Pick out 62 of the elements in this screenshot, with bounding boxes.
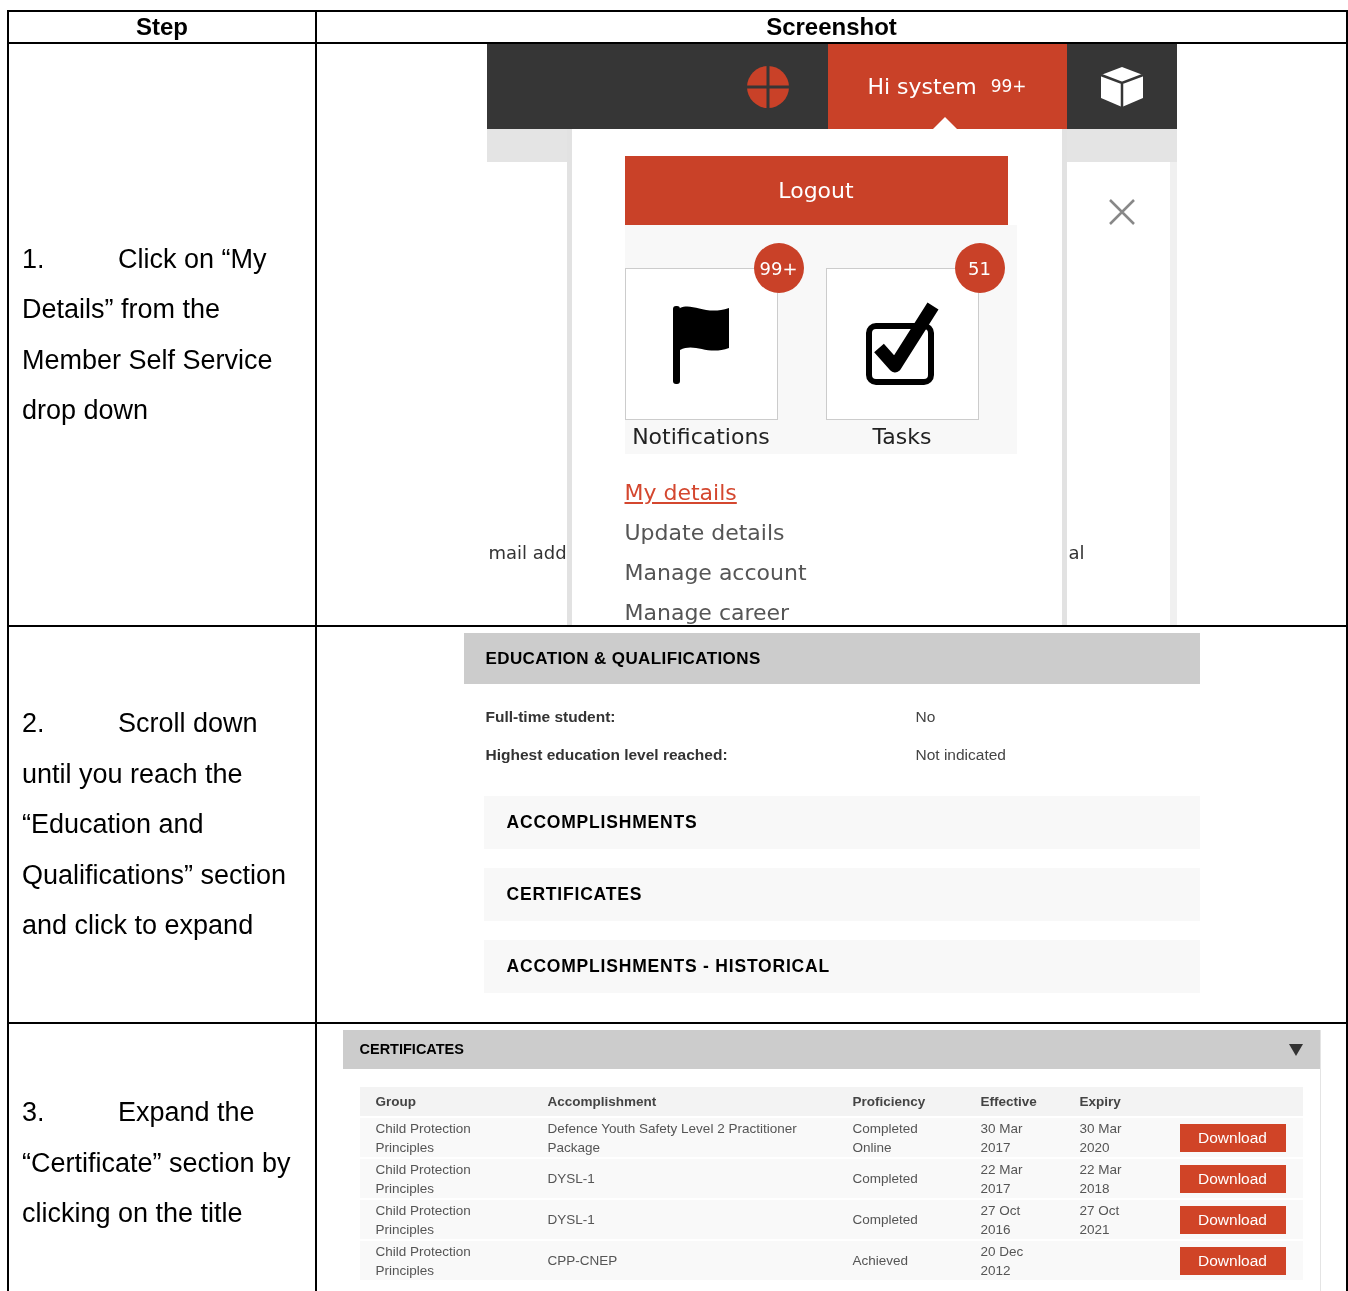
globe-icon — [746, 65, 789, 108]
user-menu-button[interactable]: Hi system 99+ — [827, 44, 1067, 129]
field-label: Highest education level reached: — [485, 746, 729, 764]
table-cell-text: Child Protection Principles — [375, 1242, 472, 1280]
download-button[interactable]: Download — [1179, 1205, 1286, 1234]
partial-text: mail add — [488, 544, 567, 562]
tile-label: Notifications — [632, 426, 770, 448]
table-cell-text: Completed — [852, 1211, 919, 1229]
table-cell-text: 22 Mar 2017 — [980, 1160, 1024, 1198]
field-value: Not indicated — [915, 746, 1007, 764]
column-header: Accomplishment — [547, 1094, 658, 1109]
section-header[interactable]: EDUCATION & QUALIFICATIONS — [463, 633, 1200, 684]
step-instruction: 1. Click on “My Details” from the Member Self Service drop down — [22, 242, 274, 427]
menu-link[interactable]: Manage career — [624, 600, 790, 625]
count-badge: 99+ — [753, 243, 804, 293]
field-label: Full-time student: — [485, 708, 617, 726]
download-button[interactable]: Download — [1179, 1123, 1286, 1152]
column-header: Step — [136, 15, 188, 39]
table-cell-text: Achieved — [852, 1252, 910, 1270]
menu-link[interactable]: Update details — [624, 520, 785, 546]
table-cell-text: 27 Oct 2021 — [1079, 1201, 1121, 1239]
section-title: EDUCATION & QUALIFICATIONS — [485, 650, 761, 667]
close-icon[interactable] — [1107, 198, 1136, 226]
table-cell-text: Child Protection Principles — [375, 1201, 472, 1239]
collapsed-section[interactable]: ACCOMPLISHMENTS — [483, 796, 1200, 849]
table-cell-text: 22 Mar 2018 — [1079, 1160, 1123, 1198]
collapsed-section[interactable]: ACCOMPLISHMENTS - HISTORICAL — [483, 940, 1200, 993]
flag-icon — [673, 304, 729, 384]
column-header: Expiry — [1079, 1094, 1122, 1109]
logout-button[interactable]: Logout — [624, 156, 1008, 225]
menu-link[interactable]: My details — [624, 480, 737, 506]
table-cell-text: DYSL-1 — [547, 1211, 596, 1229]
table-cell-text: 30 Mar 2017 — [980, 1119, 1024, 1157]
table-cell-text: Child Protection Principles — [375, 1160, 472, 1198]
cube-icon[interactable] — [1099, 65, 1144, 108]
checkbox-check-icon — [865, 302, 939, 386]
section-header[interactable]: CERTIFICATES — [342, 1030, 1320, 1069]
table-cell-text: Completed Online — [852, 1119, 919, 1157]
count-badge: 51 — [954, 243, 1005, 293]
table-cell-text: Defence Youth Safety Level 2 Practitioner Package — [547, 1119, 798, 1157]
table-cell-text: Child Protection Principles — [375, 1119, 472, 1157]
tile-label: Tasks — [872, 426, 932, 448]
field-value: No — [915, 708, 937, 726]
collapsed-section[interactable]: CERTIFICATES — [483, 868, 1200, 921]
table-cell-text: Completed — [852, 1170, 919, 1188]
table-cell-text: 30 Mar 2020 — [1079, 1119, 1123, 1157]
table-cell-text: 20 Dec 2012 — [980, 1242, 1025, 1280]
column-header: Group — [375, 1094, 417, 1109]
download-button[interactable]: Download — [1179, 1164, 1286, 1193]
caret-icon[interactable] — [1288, 1043, 1303, 1056]
table-cell-text: DYSL-1 — [547, 1170, 596, 1188]
column-header: Screenshot — [766, 15, 897, 39]
download-button[interactable]: Download — [1179, 1246, 1286, 1275]
column-header: Proficiency — [852, 1094, 927, 1109]
section-title: CERTIFICATES — [359, 1042, 464, 1057]
menu-link[interactable]: Manage account — [624, 560, 807, 586]
table-cell-text: 27 Oct 2016 — [980, 1201, 1022, 1239]
table-cell-text: CPP-CNEP — [547, 1252, 619, 1270]
column-header: Effective — [980, 1094, 1038, 1109]
partial-text: al — [1068, 544, 1085, 562]
step-instruction: 3. Expand the “Certificate” section by clicking on the title — [22, 1096, 292, 1231]
step-instruction: 2. Scroll down until you reach the “Education and Qualifications” section and click to expand — [22, 707, 288, 943]
